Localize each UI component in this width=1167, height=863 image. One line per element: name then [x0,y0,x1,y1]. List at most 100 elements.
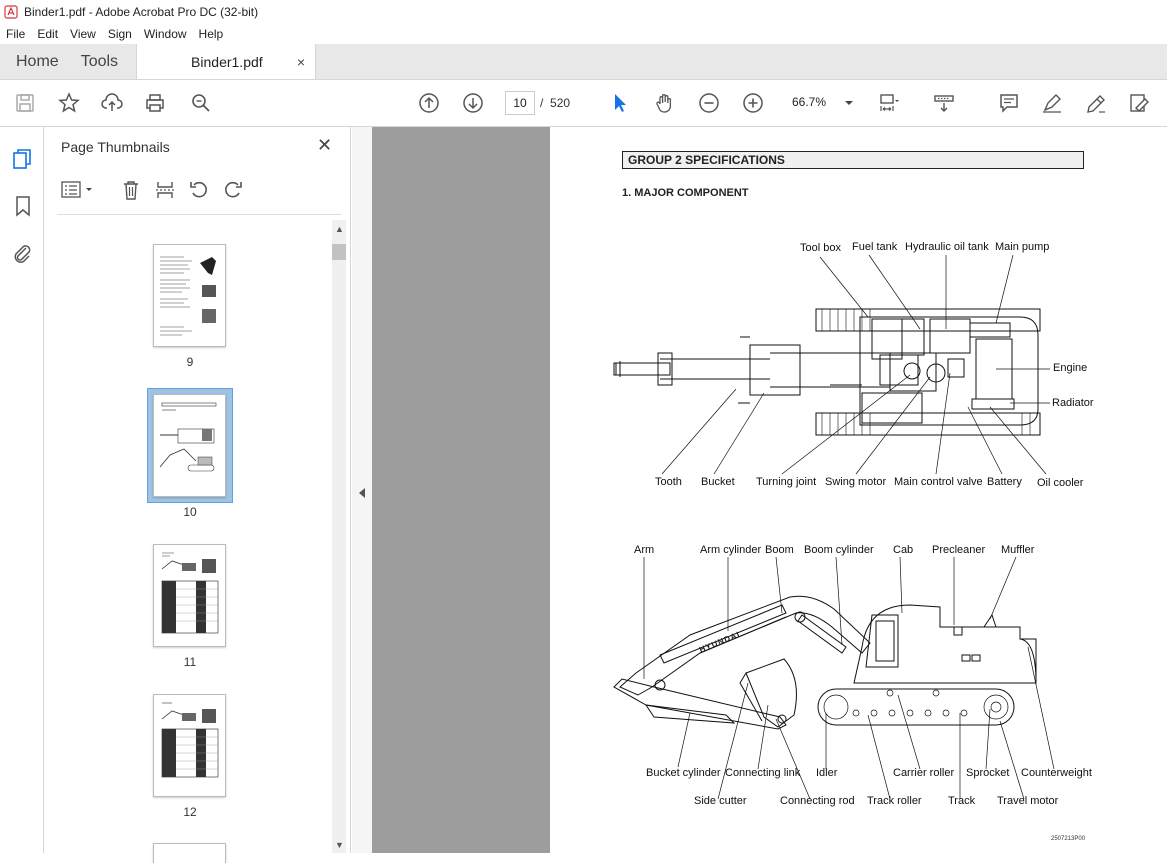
tab-document[interactable]: Binder1.pdf × [136,44,317,79]
label-main-pump: Main pump [995,241,1050,253]
left-tool-rail [0,127,44,853]
highlight-pen-icon[interactable] [1040,91,1064,115]
options-menu-icon[interactable] [61,179,95,204]
label-bucket: Bucket [701,476,735,488]
menu-edit[interactable]: Edit [37,27,58,41]
thumbnail-page-12[interactable] [153,694,226,797]
label-sprocket: Sprocket [966,767,1010,779]
save-icon[interactable] [13,91,37,115]
page-separator: / [540,96,544,110]
label-battery: Battery [987,476,1022,488]
fit-page-icon[interactable] [876,91,900,115]
title-bar: Binder1.pdf - Adobe Acrobat Pro DC (32-b… [0,0,1167,24]
panel-collapse-strip[interactable] [352,127,372,853]
thumbnail-label-10: 10 [183,505,197,519]
page-total: 520 [550,96,571,110]
bookmark-star-icon[interactable] [57,91,81,115]
menu-file[interactable]: File [6,27,25,41]
label-fuel-tank: Fuel tank [852,241,898,253]
delete-page-icon[interactable] [120,179,142,204]
label-bucket-cylinder: Bucket cylinder [646,767,721,779]
scroll-up-icon[interactable]: ▲ [335,224,344,234]
label-track: Track [948,795,976,807]
comment-icon[interactable] [997,91,1021,115]
thumbnail-page-11[interactable] [153,544,226,647]
label-boom-cylinder: Boom cylinder [804,544,874,556]
label-counterweight: Counterweight [1021,767,1092,779]
label-main-control-valve: Main control valve [894,476,983,488]
menu-window[interactable]: Window [144,27,187,41]
bookmarks-icon[interactable] [12,194,34,221]
print-icon[interactable] [143,91,167,115]
label-boom: Boom [765,544,794,556]
page-thumbnails-icon[interactable] [11,147,35,174]
panel-divider [57,214,341,215]
hand-tool-icon[interactable] [653,91,677,115]
tab-bar: Home Tools Binder1.pdf × [0,44,1167,80]
scroll-mode-icon[interactable] [932,91,956,115]
label-turning-joint: Turning joint [756,476,817,488]
acrobat-app-icon [4,5,18,19]
draw-pen-icon[interactable] [1084,91,1108,115]
zoom-out-icon[interactable] [697,91,721,115]
pdf-page: GROUP 2 SPECIFICATIONS 1. MAJOR COMPONEN… [550,127,1167,853]
label-travel-motor: Travel motor [997,795,1059,807]
menu-bar: File Edit View Sign Window Help [0,24,1167,44]
attachments-paperclip-icon[interactable] [11,241,33,268]
figure-code: 2507213P00 [1051,836,1086,842]
label-swing-motor: Swing motor [825,476,887,488]
scroll-down-icon[interactable]: ▼ [335,840,344,850]
rotate-clockwise-icon[interactable] [222,179,244,204]
page-number-input[interactable]: 10 [505,91,535,115]
label-arm: Arm [634,544,655,556]
tab-document-label: Binder1.pdf [191,53,263,70]
label-arm-cylinder: Arm cylinder [700,544,762,556]
thumbnail-page-13[interactable] [153,843,226,863]
label-precleaner: Precleaner [932,544,986,556]
search-icon[interactable] [189,91,213,115]
thumbnail-toolbar [61,177,341,203]
label-tooth: Tooth [655,476,682,488]
label-side-cutter: Side cutter [694,795,747,807]
label-connecting-link: Connecting link [725,767,801,779]
document-viewer[interactable]: GROUP 2 SPECIFICATIONS 1. MAJOR COMPONEN… [372,127,1167,853]
label-muffler: Muffler [1001,544,1035,556]
thumbnail-page-9[interactable] [153,244,226,347]
previous-page-icon[interactable] [417,91,441,115]
fill-sign-icon[interactable] [1127,91,1151,115]
next-page-icon[interactable] [461,91,485,115]
upload-cloud-icon[interactable] [100,91,124,115]
label-engine: Engine [1053,362,1088,374]
page-thumbnails-panel: Page Thumbnails ✕ 9 10 11 12 ▲ ▼ [45,127,351,863]
menu-help[interactable]: Help [199,27,224,41]
label-cab: Cab [893,544,914,556]
label-tool-box: Tool box [800,242,841,254]
tab-home[interactable]: Home [0,44,75,79]
label-connecting-rod: Connecting rod [780,795,855,807]
thumbnail-label-12: 12 [183,805,197,819]
rotate-counterclockwise-icon[interactable] [188,179,210,204]
label-radiator: Radiator [1052,397,1094,409]
thumbnail-label-11: 11 [183,655,197,669]
excavator-top-view-diagram [613,254,1055,800]
menu-sign[interactable]: Sign [108,27,132,41]
menu-view[interactable]: View [70,27,96,41]
thumbnail-page-10[interactable] [153,394,226,497]
panel-title: Page Thumbnails [61,139,170,155]
zoom-level-select[interactable]: 66.7% [785,91,855,115]
zoom-in-icon[interactable] [741,91,765,115]
collapse-panel-arrow-icon[interactable] [358,487,366,502]
thumbnail-scrollbar[interactable]: ▲ ▼ [332,220,346,853]
tab-tools[interactable]: Tools [75,44,134,79]
scrollbar-thumb[interactable] [332,244,346,260]
split-page-icon[interactable] [154,179,176,204]
page-count: / 520 [540,96,570,110]
label-hydraulic-oil-tank: Hydraulic oil tank [905,241,989,253]
label-idler: Idler [816,767,838,779]
select-cursor-icon[interactable] [608,91,632,115]
label-oil-cooler: Oil cooler [1037,477,1084,489]
window-title: Binder1.pdf - Adobe Acrobat Pro DC (32-b… [24,5,259,19]
tab-close-icon[interactable]: × [297,54,305,70]
panel-close-icon[interactable]: ✕ [317,135,332,156]
main-toolbar [0,80,1167,127]
